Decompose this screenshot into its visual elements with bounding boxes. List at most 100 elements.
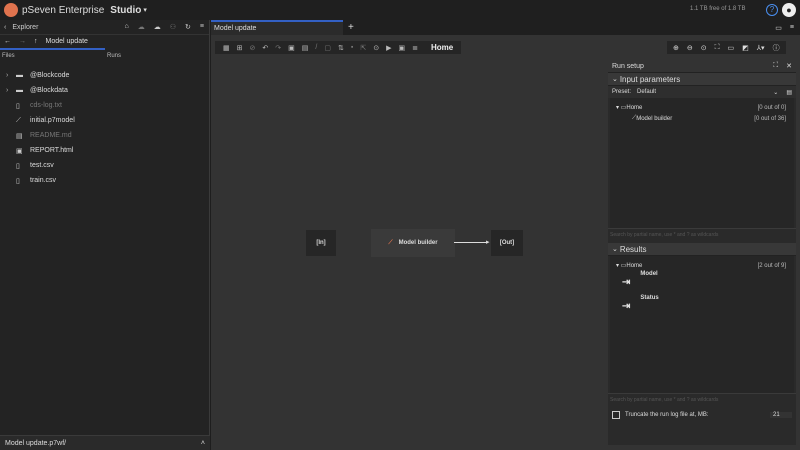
share-icon[interactable]: ⚇ xyxy=(170,23,176,31)
footer-path: Model update.p7wf/ xyxy=(5,439,67,447)
collapse-icon[interactable]: ‹ xyxy=(4,24,6,31)
cloud-upload-icon[interactable]: ☁ xyxy=(154,23,161,31)
add-tab-button[interactable]: + xyxy=(348,22,354,33)
workspace-menu[interactable]: Studio xyxy=(110,5,141,16)
file-item[interactable]: › ▬ @Blockdata xyxy=(0,83,209,98)
chevron-down-icon[interactable]: ⌄ xyxy=(773,89,778,96)
file-item[interactable]: ▯ test.csv xyxy=(0,158,209,173)
delete-icon[interactable]: ▪ xyxy=(351,44,353,51)
comment-icon[interactable]: ▭ xyxy=(728,44,735,52)
zoom-in-icon[interactable]: ⊕ xyxy=(673,44,679,52)
current-path[interactable]: Model update xyxy=(46,38,88,45)
connection-arrow xyxy=(454,242,488,243)
input-parameters-header[interactable]: Input parameters xyxy=(620,75,680,84)
list-icon[interactable]: ≣ xyxy=(412,44,418,52)
model-builder-block[interactable]: ⟋ Model builder xyxy=(371,229,455,257)
expand-arrow-icon[interactable]: › xyxy=(6,72,16,79)
result-model[interactable]: ⇥ Model xyxy=(610,271,794,295)
output-node[interactable]: [Out] xyxy=(491,230,523,256)
truncate-input[interactable]: 21 xyxy=(770,412,792,418)
user-avatar[interactable]: ● xyxy=(782,3,796,17)
menu-icon[interactable]: ≡ xyxy=(200,23,204,31)
forward-icon[interactable]: → xyxy=(19,38,26,45)
results-search[interactable]: Search by partial name, use * and ? as w… xyxy=(608,393,796,406)
expand-icon[interactable]: ⛶ xyxy=(773,62,778,70)
group-icon[interactable]: ▤ xyxy=(302,44,309,52)
chevron-down-icon[interactable]: ▾ xyxy=(143,6,147,14)
chart-icon: ⟋ xyxy=(388,239,393,246)
truncate-label: Truncate the run log file at, MB: xyxy=(625,412,709,418)
tab-model-update[interactable]: Model update xyxy=(211,20,343,35)
tree-row-model-builder[interactable]: ⟋ Model builder [0 out of 36] xyxy=(610,113,794,124)
input-node[interactable]: [In] xyxy=(306,230,336,256)
refresh-icon[interactable]: ↻ xyxy=(185,23,191,31)
export-icon[interactable]: ⇱ xyxy=(360,44,366,52)
redo-icon[interactable]: ↷ xyxy=(275,44,281,52)
fullscreen-icon[interactable]: ⛶ xyxy=(715,44,720,52)
expand-arrow-icon[interactable]: › xyxy=(6,87,16,94)
input-tree: ▾ ▭ Home [0 out of 0] ⟋ Model builder [0 o… xyxy=(610,98,794,228)
file-item[interactable]: ▤ README.md xyxy=(0,128,209,143)
file-item[interactable]: ▯ cds-log.txt xyxy=(0,98,209,113)
storage-indicator[interactable]: 1.1 TB free of 1.8 TB xyxy=(690,6,745,12)
tree-row-home[interactable]: ▾ ▭ Home [0 out of 0] xyxy=(610,102,794,113)
file-name: cds-log.txt xyxy=(30,102,62,109)
file-name: REPORT.html xyxy=(30,147,74,154)
layout-icon[interactable]: ⅄▾ xyxy=(757,44,765,52)
zoom-out-icon[interactable]: ⊖ xyxy=(687,44,693,52)
edit-icon[interactable]: / xyxy=(315,44,317,51)
column-files[interactable]: Files xyxy=(0,53,107,59)
folder-icon: ▬ xyxy=(16,87,23,94)
info-icon[interactable]: ⓘ xyxy=(773,43,780,53)
model-icon: ⟋ xyxy=(16,116,21,124)
stop-icon[interactable]: ▣ xyxy=(398,44,405,52)
help-button[interactable]: ? xyxy=(766,4,778,16)
up-icon[interactable]: ↑ xyxy=(34,38,38,45)
results-header[interactable]: Results xyxy=(620,245,647,254)
close-icon[interactable]: ✕ xyxy=(786,62,792,70)
run-circle-icon[interactable]: ⊙ xyxy=(373,44,379,52)
column-runs[interactable]: Runs xyxy=(107,53,121,59)
home-icon[interactable]: ⌂ xyxy=(125,23,129,31)
editor-toolbar: ▦ ⊞ ⊘ ↶ ↷ ▣ ▤ / ▢ ⇅ ▪ ⇱ ⊙ ▶ ▣ ≣ Home xyxy=(215,41,462,54)
file-item[interactable]: ⟋ initial.p7model xyxy=(0,113,209,128)
result-label: Model xyxy=(640,271,658,277)
result-status[interactable]: ⇥ Status xyxy=(610,295,794,319)
cloud-icon[interactable]: ☁ xyxy=(138,23,145,31)
tree-label: Model builder xyxy=(636,115,673,122)
csv-icon: ▯ xyxy=(16,177,20,185)
delete-icon[interactable]: ▤ xyxy=(786,89,792,96)
breadcrumb-home[interactable]: Home xyxy=(431,43,453,52)
file-item[interactable]: ▣ REPORT.html xyxy=(0,143,209,158)
file-item[interactable]: ▯ train.csv xyxy=(0,173,209,188)
chevron-up-icon[interactable]: ˄ xyxy=(201,440,205,447)
csv-icon: ▯ xyxy=(16,162,20,170)
explorer-panel: ‹ Explorer ⌂ ☁ ☁ ⚇ ↻ ≡ ← → ↑ Model update Files… xyxy=(0,20,210,450)
folder-icon[interactable]: ▭ xyxy=(775,24,782,32)
image-icon[interactable]: ◩ xyxy=(742,44,749,52)
input-search[interactable]: Search by partial name, use * and ? as w… xyxy=(608,228,796,241)
explorer-footer[interactable]: Model update.p7wf/ ˄ xyxy=(0,435,210,450)
chevron-down-icon[interactable]: ⌄ xyxy=(612,245,620,253)
run-setup-title: Run setup xyxy=(612,62,644,70)
zoom-fit-icon[interactable]: ⊙ xyxy=(701,44,707,52)
block-icon[interactable]: ▣ xyxy=(288,44,295,52)
file-name: @Blockcode xyxy=(30,72,70,79)
undo-icon[interactable]: ↶ xyxy=(262,44,268,52)
file-name: README.md xyxy=(30,132,72,139)
align-icon[interactable]: ⇅ xyxy=(338,44,344,52)
play-icon[interactable]: ▶ xyxy=(386,44,391,52)
tree-icon[interactable]: ⊞ xyxy=(237,44,243,52)
link-icon[interactable]: ⊘ xyxy=(250,44,256,52)
preset-select[interactable]: Default xyxy=(637,89,656,95)
menu-icon[interactable]: ≡ xyxy=(790,24,794,32)
file-name: train.csv xyxy=(30,177,57,184)
file-item[interactable]: › ▬ @Blockcode xyxy=(0,68,209,83)
tree-row-home[interactable]: ▾ ▭ Home [2 out of 9] xyxy=(610,260,794,271)
html-icon: ▣ xyxy=(16,147,23,155)
chevron-down-icon[interactable]: ⌄ xyxy=(612,75,620,83)
grid-icon[interactable]: ▦ xyxy=(223,44,230,52)
copy-icon[interactable]: ▢ xyxy=(324,44,331,52)
truncate-checkbox[interactable] xyxy=(612,411,620,419)
back-icon[interactable]: ← xyxy=(4,38,11,45)
